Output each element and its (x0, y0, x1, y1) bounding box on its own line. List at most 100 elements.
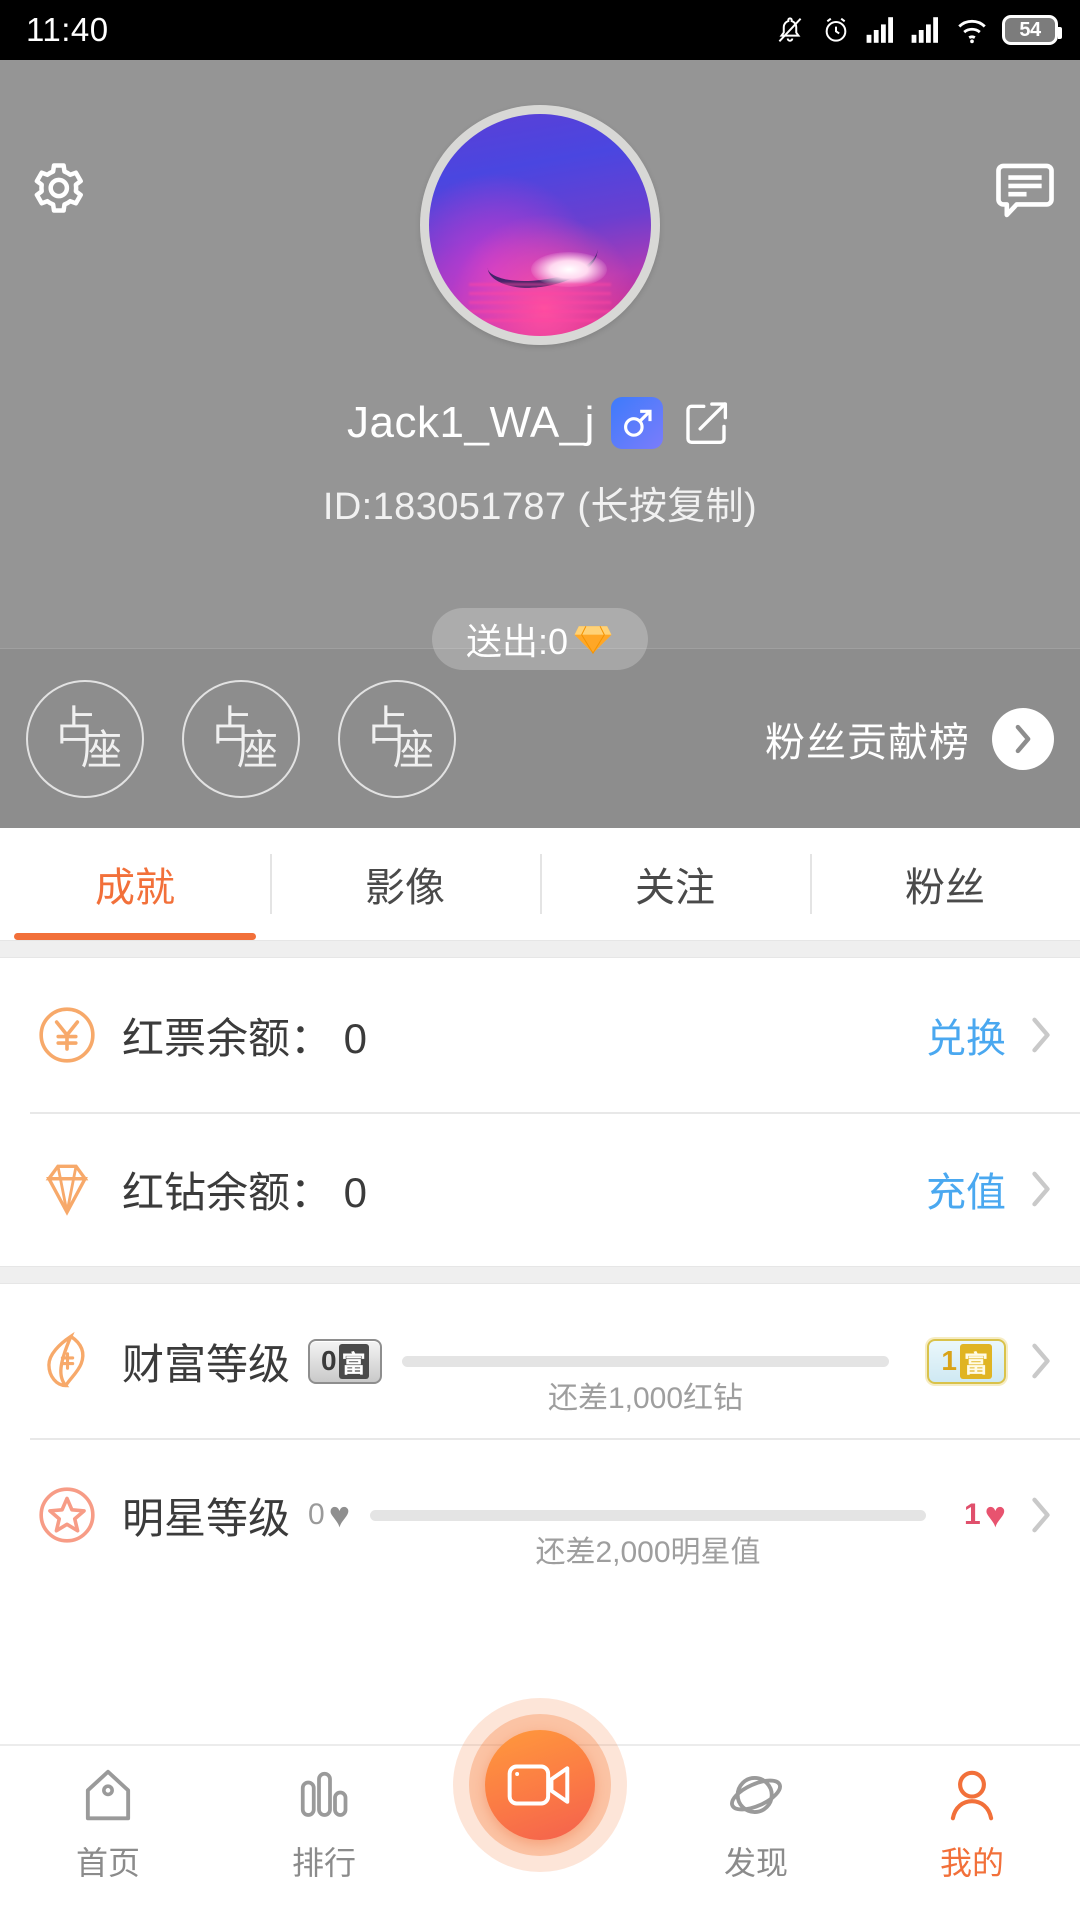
wealth-progress: 还差1,000红钻 (402, 1284, 890, 1438)
tab-label: 影像 (365, 855, 445, 913)
row-red-ticket-balance[interactable]: 红票余额： 0 兑换 (0, 958, 1080, 1112)
recharge-link[interactable]: 充值 (926, 1160, 1006, 1218)
profile-tabs: 成就 影像 关注 粉丝 (0, 828, 1080, 940)
wealth-progress-bar (402, 1356, 890, 1367)
row-label: 红票余额： 0 (122, 1005, 367, 1066)
gear-icon (18, 152, 90, 224)
row-star-level[interactable]: 明星等级 0♥ 还差2,000明星值 1♥ (0, 1438, 1080, 1592)
star-progress-note: 还差2,000明星值 (370, 1527, 926, 1571)
chevron-right-icon (1009, 722, 1037, 756)
nav-item-home[interactable]: 首页 (0, 1764, 216, 1884)
message-icon (988, 152, 1062, 226)
fans-contribution-strip[interactable]: 占座 占座 占座 粉丝贡献榜 (0, 648, 1080, 828)
battery-icon: 54 (1002, 15, 1058, 45)
fan-seat-placeholder[interactable]: 占座 (26, 680, 144, 798)
gender-badge (611, 397, 663, 449)
star-next-value: 1 (964, 1498, 981, 1532)
star-next-suffix: ♥ (985, 1494, 1006, 1536)
level-section: 财富等级 0富 还差1,000红钻 1富 明星等级 (0, 1284, 1080, 1592)
message-button[interactable] (988, 152, 1062, 231)
row-wealth-level[interactable]: 财富等级 0富 还差1,000红钻 1富 (0, 1284, 1080, 1438)
tab-videos[interactable]: 影像 (270, 828, 540, 940)
seat-char-bottom: 座 (393, 732, 428, 770)
wealth-next-badge: 1富 (927, 1339, 1006, 1384)
planet-icon (723, 1764, 789, 1826)
status-bar: 11:40 54 (0, 0, 1080, 60)
wealth-current-value: 0 (321, 1345, 337, 1377)
avatar[interactable] (420, 105, 660, 345)
fans-rank-arrow-button[interactable] (992, 708, 1054, 770)
nav-label: 排行 (292, 1838, 356, 1884)
seat-char-bottom: 座 (237, 732, 272, 770)
tab-achievements[interactable]: 成就 (0, 828, 270, 940)
chevron-right-icon (1028, 1492, 1054, 1538)
username: Jack1_WA_j (347, 398, 595, 448)
settings-button[interactable] (18, 152, 90, 229)
money-flag-icon (26, 1330, 108, 1392)
star-progress: 还差2,000明星值 (370, 1438, 926, 1592)
wealth-next-value: 1 (941, 1345, 957, 1377)
tab-label: 粉丝 (905, 855, 985, 913)
star-next-badge: 1♥ (964, 1494, 1006, 1536)
section-divider (0, 940, 1080, 958)
alarm-icon (820, 14, 852, 46)
star-current-badge: 0♥ (308, 1494, 350, 1536)
fan-seat-placeholder[interactable]: 占座 (182, 680, 300, 798)
fan-seat-placeholder[interactable]: 占座 (338, 680, 456, 798)
section-divider (0, 1266, 1080, 1284)
nav-item-discover[interactable]: 发现 (648, 1764, 864, 1884)
edit-icon (679, 396, 733, 450)
gift-sent-label: 送出:0 (466, 613, 568, 665)
star-current-value: 0 (308, 1498, 325, 1532)
nav-label: 我的 (940, 1838, 1004, 1884)
tab-label: 成就 (95, 855, 175, 913)
nav-label: 发现 (724, 1838, 788, 1884)
signal-2-icon (910, 15, 942, 45)
chevron-right-icon (1028, 1012, 1054, 1058)
tab-label: 关注 (635, 855, 715, 913)
status-time: 11:40 (26, 11, 109, 49)
tab-following[interactable]: 关注 (540, 828, 810, 940)
row-label: 红钻余额： 0 (122, 1159, 367, 1220)
wealth-progress-note: 还差1,000红钻 (402, 1373, 890, 1417)
username-row: Jack1_WA_j (0, 396, 1080, 450)
person-icon (941, 1764, 1003, 1826)
diamond-outline-icon (26, 1158, 108, 1220)
male-icon (618, 404, 656, 442)
star-progress-bar (370, 1510, 926, 1521)
wifi-icon (955, 15, 989, 45)
profile-header: Jack1_WA_j ID:183051787 (长按复制) 送出:0 (0, 60, 1080, 648)
nav-label: 首页 (76, 1838, 140, 1884)
wealth-current-suffix: 富 (339, 1344, 369, 1379)
user-id[interactable]: ID:183051787 (长按复制) (0, 475, 1080, 530)
battery-level: 54 (1019, 19, 1040, 42)
tab-fans[interactable]: 粉丝 (810, 828, 1080, 940)
edit-profile-button[interactable] (679, 396, 733, 450)
bell-mute-icon (773, 13, 807, 47)
exchange-link[interactable]: 兑换 (926, 1006, 1006, 1064)
start-live-button[interactable] (453, 1698, 627, 1872)
home-icon (75, 1764, 141, 1826)
avatar-image (429, 114, 651, 336)
fab-core (485, 1730, 595, 1840)
signal-1-icon (865, 15, 897, 45)
row-label: 财富等级 (122, 1331, 290, 1392)
diamond-icon (572, 622, 614, 656)
avatar-ripple-shape (469, 283, 611, 323)
nav-item-ranking[interactable]: 排行 (216, 1764, 432, 1884)
chart-bars-icon (294, 1764, 354, 1826)
status-icons: 54 (773, 13, 1058, 47)
yen-circle-icon (26, 1004, 108, 1066)
star-current-suffix: ♥ (329, 1494, 350, 1536)
seat-char-bottom: 座 (81, 732, 116, 770)
wealth-current-badge: 0富 (308, 1339, 382, 1384)
video-camera-icon (507, 1759, 573, 1811)
star-circle-icon (26, 1484, 108, 1546)
chevron-right-icon (1028, 1338, 1054, 1384)
nav-item-mine[interactable]: 我的 (864, 1764, 1080, 1884)
wealth-next-suffix: 富 (960, 1344, 992, 1379)
row-label: 明星等级 (122, 1485, 290, 1546)
chevron-right-icon (1028, 1166, 1054, 1212)
row-red-diamond-balance[interactable]: 红钻余额： 0 充值 (0, 1112, 1080, 1266)
gift-sent-badge[interactable]: 送出:0 (432, 608, 648, 670)
